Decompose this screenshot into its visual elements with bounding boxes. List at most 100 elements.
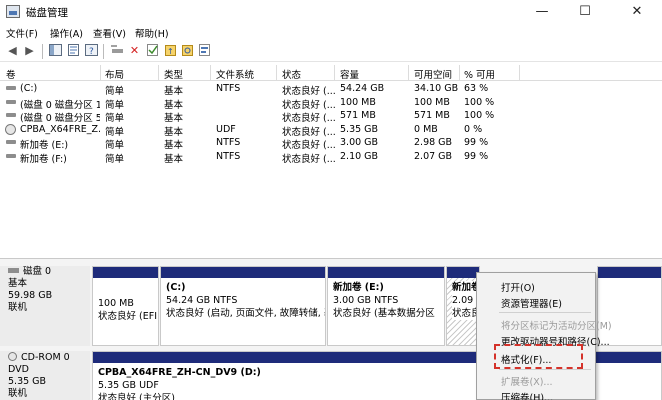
cell-volume: (C:) [20,83,38,94]
connect-drive-icon[interactable] [110,44,125,58]
new-folder-icon[interactable]: ↑ [163,44,178,58]
cell-percent-free: 100 % [464,96,495,108]
volume-list-header: 卷 布局 类型 文件系统 状态 容量 可用空间 % 可用 [0,64,662,81]
partition-f[interactable]: 新加卷 2.09 ( 状态良 [446,266,480,346]
menu-action[interactable]: 操作(A) [50,26,83,40]
col-type[interactable]: 类型 [164,67,183,81]
maximize-button[interactable]: ☐ [565,2,605,22]
col-layout[interactable]: 布局 [105,67,124,81]
col-free-space[interactable]: 可用空间 [414,67,452,81]
cdrom-0-label[interactable]: CD-ROM 0 DVD 5.35 GB 联机 [0,351,90,400]
title-bar: 磁盘管理 — ☐ ✕ [0,0,662,24]
cell-capacity: 2.10 GB [340,150,379,162]
volume-icon [6,86,16,90]
col-separator[interactable] [210,65,211,80]
cell-type: 基本 [164,153,184,165]
col-separator[interactable] [408,65,409,80]
partition-title: 新加卷 (E:) [333,282,384,293]
properties-icon[interactable] [66,44,81,58]
volume-size: 5.35 GB UDF [98,380,159,391]
volume-icon [6,153,16,158]
partition-size: 54.24 GB NTFS [166,295,238,306]
menu-view[interactable]: 查看(V) [93,26,126,40]
cdrom-0-type: DVD [8,364,29,375]
cd-icon [8,352,17,361]
settings-icon[interactable] [197,44,212,58]
partition-bar [93,267,158,278]
toolbar-separator [103,44,104,59]
menu-item-shrink-volume[interactable]: 压缩卷(H)... [501,390,553,400]
cell-volume: 新加卷 (F:) [20,153,67,165]
col-volume[interactable]: 卷 [6,67,16,81]
col-percent-free[interactable]: % 可用 [464,67,495,81]
cell-percent-free: 100 % [464,110,495,121]
partition-title: (C:) [166,282,186,293]
partition-efi[interactable]: 100 MB 状态良好 (EFI [92,266,159,346]
col-filesystem[interactable]: 文件系统 [216,67,254,81]
check-icon[interactable] [145,44,160,58]
table-row[interactable]: CPBA_X64FRE_Z... 简单 基本 UDF 状态良好 (... 5.3… [0,123,662,138]
disk-icon [8,268,19,273]
toolbar-separator [42,44,43,59]
col-separator[interactable] [334,65,335,80]
refresh-icon[interactable] [180,44,195,58]
col-separator[interactable] [276,65,277,80]
menu-item-mark-active: 将分区标记为活动分区(M) [501,321,612,332]
table-row[interactable]: (C:) 简单 基本 NTFS 状态良好 (... 54.24 GB 34.10… [0,82,662,97]
partition-size: 3.00 GB NTFS [333,295,399,306]
cell-filesystem: UDF [216,123,236,135]
cell-free-space: 2.98 GB [414,137,453,148]
cell-layout: 简单 [105,153,125,165]
col-separator[interactable] [459,65,460,80]
menu-file[interactable]: 文件(F) [6,26,38,40]
partition-c[interactable]: (C:) 54.24 GB NTFS 状态良好 (启动, 页面文件, 故障转储,… [160,266,326,346]
menu-separator [499,312,591,313]
partition-status: 状态良好 (基本数据分区 [333,308,435,319]
table-row[interactable]: 新加卷 (F:) 简单 基本 NTFS 状态良好 (... 2.10 GB 2.… [0,150,662,165]
forward-arrow-icon[interactable]: ▶ [22,44,37,58]
disk-0-label[interactable]: 磁盘 0 基本 59.98 GB 联机 [0,266,90,346]
partition-bar [161,267,325,278]
table-row[interactable]: (磁盘 0 磁盘分区 5) 简单 基本 状态良好 (... 571 MB 571… [0,109,662,124]
disk-0-name: 磁盘 0 [23,266,52,277]
svg-text:?: ? [89,47,94,56]
format-highlight-box [494,344,583,369]
col-separator[interactable] [519,65,520,80]
menu-help[interactable]: 帮助(H) [135,26,169,40]
back-arrow-icon[interactable]: ◀ [5,44,20,58]
menu-item-extend-volume: 扩展卷(X)... [501,377,553,388]
delete-icon[interactable]: ✕ [127,44,142,58]
volume-list: 卷 布局 类型 文件系统 状态 容量 可用空间 % 可用 (C:) 简单 基本 … [0,64,662,254]
partition-e[interactable]: 新加卷 (E:) 3.00 GB NTFS 状态良好 (基本数据分区 [327,266,445,346]
table-row[interactable]: (磁盘 0 磁盘分区 1) 简单 基本 状态良好 (... 100 MB 100… [0,96,662,111]
menu-item-open[interactable]: 打开(O) [501,280,535,294]
partition-bar [447,267,479,278]
cell-filesystem: NTFS [216,137,241,148]
volume-icon [6,140,16,144]
svg-text:↑: ↑ [167,47,174,56]
cell-percent-free: 63 % [464,83,489,94]
minimize-button[interactable]: — [522,2,562,22]
cell-percent-free: 0 % [464,123,483,135]
cell-free-space: 2.07 GB [414,150,453,162]
menu-item-explorer[interactable]: 资源管理器(E) [501,296,562,310]
console-tree-icon[interactable] [48,44,63,58]
close-button[interactable]: ✕ [617,2,657,22]
cell-free-space: 100 MB [414,96,450,108]
toolbar: ◀ ▶ ? ✕ ↑ [0,41,662,62]
disk-management-app-icon [6,5,20,18]
help-icon[interactable]: ? [84,44,99,58]
menu-separator [499,369,591,370]
cell-capacity: 571 MB [340,110,376,121]
cdrom-0-name: CD-ROM 0 [21,352,70,363]
col-capacity[interactable]: 容量 [340,67,359,81]
cell-capacity: 100 MB [340,96,376,108]
table-row[interactable]: 新加卷 (E:) 简单 基本 NTFS 状态良好 (... 3.00 GB 2.… [0,136,662,151]
cdrom-0-status: 联机 [8,388,28,399]
col-separator[interactable] [100,65,101,80]
window-title: 磁盘管理 [26,7,68,19]
col-separator[interactable] [158,65,159,80]
partition-bar [598,267,661,278]
cell-free-space: 571 MB [414,110,450,121]
col-status[interactable]: 状态 [282,67,301,81]
